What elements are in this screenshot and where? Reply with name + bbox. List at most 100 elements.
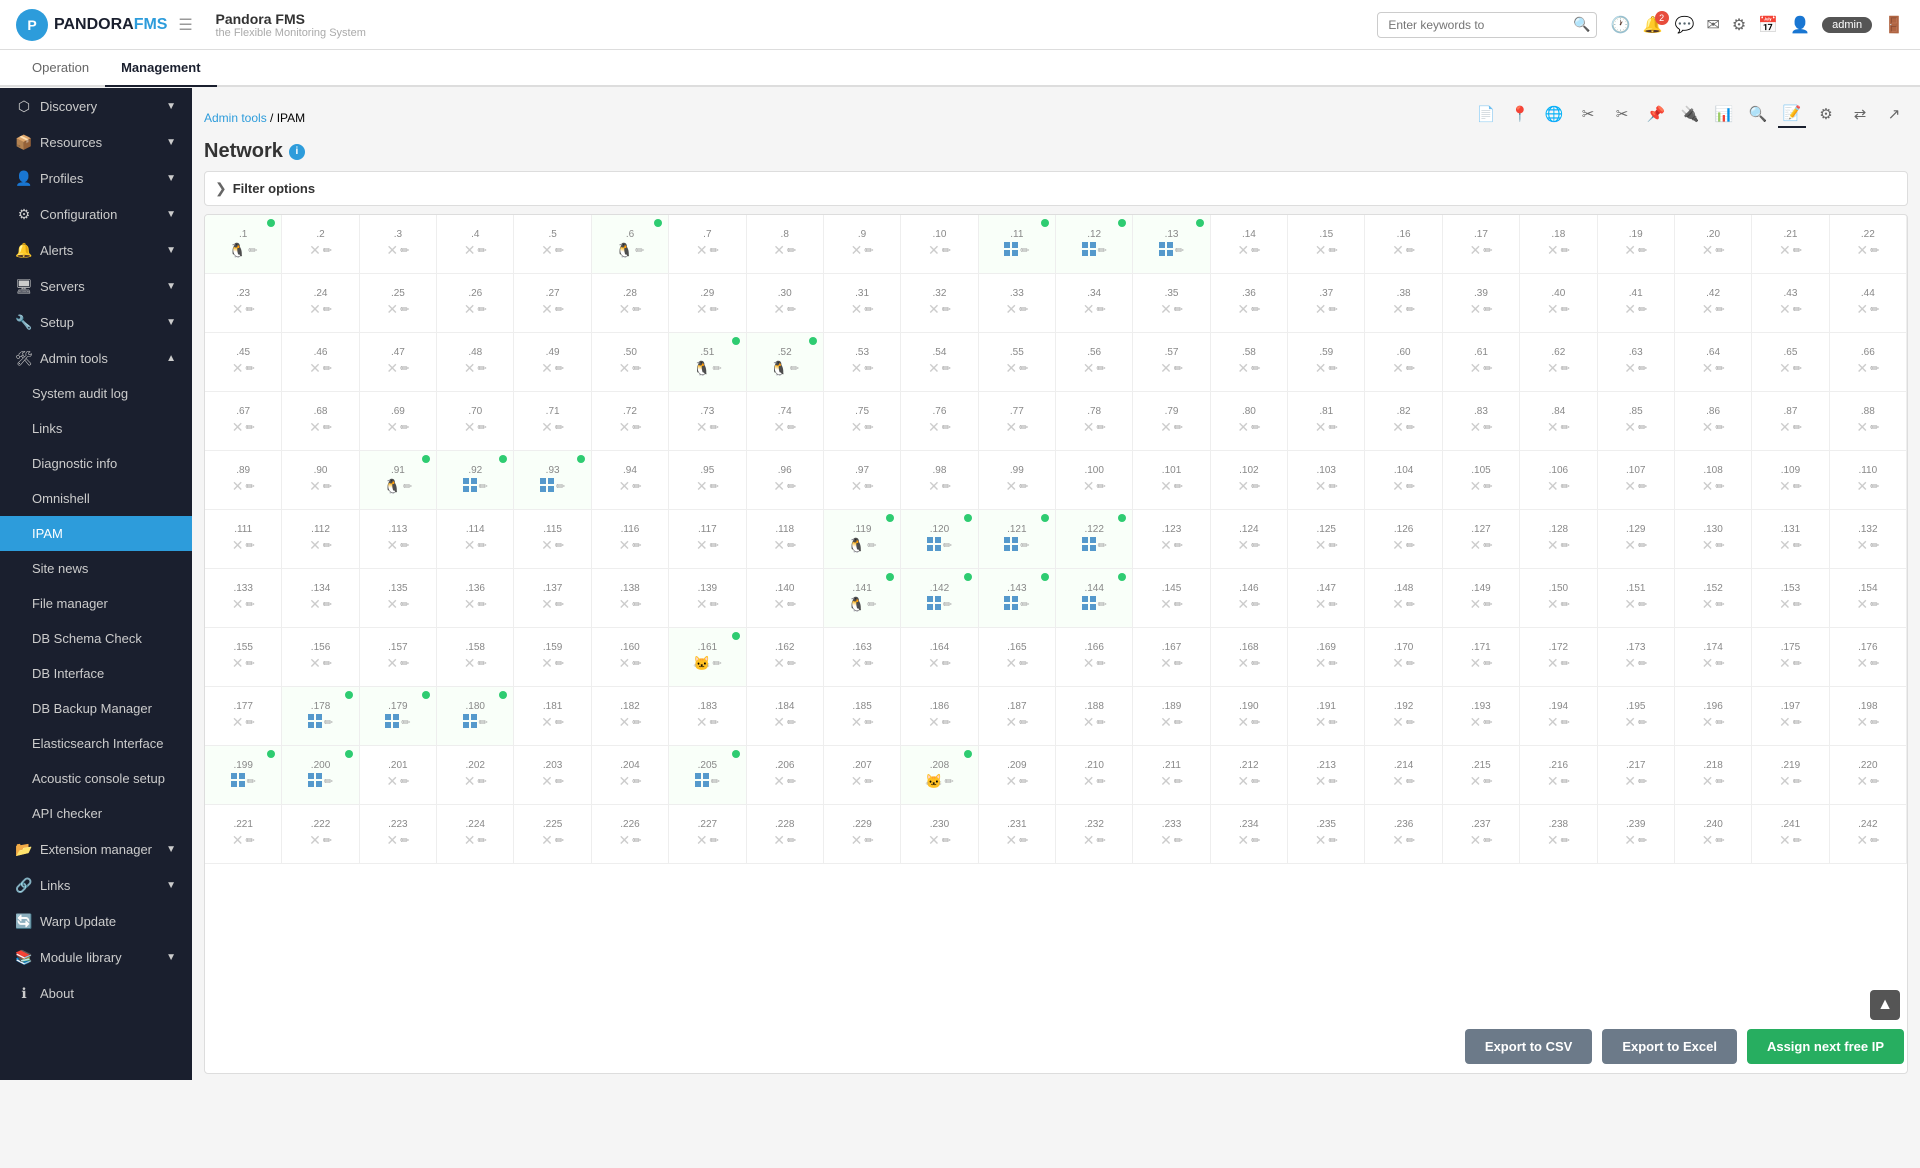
- delete-icon[interactable]: ✕: [1856, 714, 1868, 731]
- ip-cell[interactable]: .105✕✏: [1443, 451, 1520, 509]
- ip-cell[interactable]: .137✕✏: [514, 569, 591, 627]
- delete-icon[interactable]: ✕: [232, 478, 244, 495]
- ip-cell[interactable]: .128✕✏: [1520, 510, 1597, 568]
- edit-icon[interactable]: ✏: [1019, 421, 1028, 434]
- ip-cell[interactable]: .241✕✏: [1752, 805, 1829, 863]
- ip-cell[interactable]: .149✕✏: [1443, 569, 1520, 627]
- ip-cell[interactable]: .75✕✏: [824, 392, 901, 450]
- ip-cell[interactable]: .123✕✏: [1133, 510, 1210, 568]
- edit-icon[interactable]: ✏: [712, 657, 721, 670]
- ip-cell[interactable]: .59✕✏: [1288, 333, 1365, 391]
- delete-icon[interactable]: ✕: [386, 773, 398, 790]
- edit-icon[interactable]: ✏: [787, 775, 796, 788]
- ip-cell[interactable]: .121✏: [979, 510, 1056, 568]
- logout-icon[interactable]: 🚪: [1884, 15, 1904, 35]
- ip-cell[interactable]: .92✏: [437, 451, 514, 509]
- ip-cell[interactable]: .206✕✏: [747, 746, 824, 804]
- edit-icon[interactable]: ✏: [479, 480, 488, 493]
- delete-icon[interactable]: ✕: [1624, 596, 1636, 613]
- ip-cell[interactable]: .109✕✏: [1752, 451, 1829, 509]
- edit-icon[interactable]: ✏: [1638, 244, 1647, 257]
- edit-icon[interactable]: ✏: [1561, 716, 1570, 729]
- edit-icon[interactable]: ✏: [1174, 362, 1183, 375]
- edit-icon[interactable]: ✏: [1096, 421, 1105, 434]
- ip-cell[interactable]: .20✕✏: [1675, 215, 1752, 273]
- edit-icon[interactable]: ✏: [1096, 362, 1105, 375]
- edit-icon[interactable]: ✏: [942, 834, 951, 847]
- edit-icon[interactable]: ✏: [1715, 598, 1724, 611]
- delete-icon[interactable]: ✕: [1624, 478, 1636, 495]
- delete-icon[interactable]: ✕: [1237, 655, 1249, 672]
- edit-icon[interactable]: ✏: [632, 598, 641, 611]
- ip-cell[interactable]: .97✕✏: [824, 451, 901, 509]
- delete-icon[interactable]: ✕: [1779, 537, 1791, 554]
- delete-icon[interactable]: ✕: [1547, 832, 1559, 849]
- ip-cell[interactable]: .106✕✏: [1520, 451, 1597, 509]
- toolbar-edit-icon[interactable]: 📝: [1778, 100, 1806, 128]
- ip-cell[interactable]: .102✕✏: [1211, 451, 1288, 509]
- delete-icon[interactable]: ✕: [1160, 714, 1172, 731]
- edit-icon[interactable]: ✏: [1406, 539, 1415, 552]
- ip-cell[interactable]: .175✕✏: [1752, 628, 1829, 686]
- edit-icon[interactable]: ✏: [400, 834, 409, 847]
- edit-icon[interactable]: ✏: [787, 598, 796, 611]
- edit-icon[interactable]: ✏: [555, 421, 564, 434]
- delete-icon[interactable]: ✕: [1856, 301, 1868, 318]
- ip-cell[interactable]: .202✕✏: [437, 746, 514, 804]
- ip-cell[interactable]: .242✕✏: [1830, 805, 1907, 863]
- ip-cell[interactable]: .211✕✏: [1133, 746, 1210, 804]
- delete-icon[interactable]: ✕: [1779, 242, 1791, 259]
- edit-icon[interactable]: ✏: [1793, 775, 1802, 788]
- edit-icon[interactable]: ✏: [710, 244, 719, 257]
- edit-icon[interactable]: ✏: [245, 598, 254, 611]
- edit-icon[interactable]: ✏: [1406, 244, 1415, 257]
- edit-icon[interactable]: ✏: [1096, 716, 1105, 729]
- edit-icon[interactable]: ✏: [1251, 716, 1260, 729]
- edit-icon[interactable]: ✏: [1329, 421, 1338, 434]
- delete-icon[interactable]: ✕: [1779, 655, 1791, 672]
- delete-icon[interactable]: ✕: [1702, 478, 1714, 495]
- edit-icon[interactable]: ✏: [710, 598, 719, 611]
- ip-cell[interactable]: .17✕✏: [1443, 215, 1520, 273]
- ip-cell[interactable]: .160✕✏: [592, 628, 669, 686]
- edit-icon[interactable]: ✏: [632, 716, 641, 729]
- ip-cell[interactable]: .10✕✏: [901, 215, 978, 273]
- delete-icon[interactable]: ✕: [309, 242, 321, 259]
- edit-icon[interactable]: ✏: [787, 834, 796, 847]
- delete-icon[interactable]: ✕: [1392, 714, 1404, 731]
- edit-icon[interactable]: ✏: [1174, 480, 1183, 493]
- edit-icon[interactable]: ✏: [1715, 421, 1724, 434]
- delete-icon[interactable]: ✕: [1547, 360, 1559, 377]
- edit-icon[interactable]: ✏: [1483, 598, 1492, 611]
- delete-icon[interactable]: ✕: [1005, 478, 1017, 495]
- edit-icon[interactable]: ✏: [323, 657, 332, 670]
- edit-icon[interactable]: ✏: [1406, 775, 1415, 788]
- edit-icon[interactable]: ✏: [632, 539, 641, 552]
- ip-cell[interactable]: .110✕✏: [1830, 451, 1907, 509]
- ip-cell[interactable]: .139✕✏: [669, 569, 746, 627]
- edit-icon[interactable]: ✏: [555, 834, 564, 847]
- ip-cell[interactable]: .108✕✏: [1675, 451, 1752, 509]
- ip-cell[interactable]: .159✕✏: [514, 628, 591, 686]
- delete-icon[interactable]: ✕: [232, 714, 244, 731]
- delete-icon[interactable]: ✕: [1315, 773, 1327, 790]
- ip-cell[interactable]: .78✕✏: [1056, 392, 1133, 450]
- delete-icon[interactable]: ✕: [1392, 242, 1404, 259]
- edit-icon[interactable]: ✏: [1251, 480, 1260, 493]
- edit-icon[interactable]: ✏: [1020, 598, 1029, 611]
- ip-cell[interactable]: .224✕✏: [437, 805, 514, 863]
- edit-icon[interactable]: ✏: [1329, 775, 1338, 788]
- sidebar-item-about[interactable]: ℹ About: [0, 975, 192, 1011]
- toolbar-network-icon[interactable]: 🔌: [1676, 100, 1704, 128]
- delete-icon[interactable]: ✕: [1160, 478, 1172, 495]
- delete-icon[interactable]: ✕: [464, 655, 476, 672]
- delete-icon[interactable]: ✕: [619, 419, 631, 436]
- edit-icon[interactable]: ✏: [1020, 539, 1029, 552]
- edit-icon[interactable]: ✏: [1406, 421, 1415, 434]
- delete-icon[interactable]: ✕: [1237, 301, 1249, 318]
- edit-icon[interactable]: ✏: [1561, 775, 1570, 788]
- ip-cell[interactable]: .48✕✏: [437, 333, 514, 391]
- ip-cell[interactable]: .37✕✏: [1288, 274, 1365, 332]
- ip-cell[interactable]: .144✏: [1056, 569, 1133, 627]
- edit-icon[interactable]: ✏: [942, 244, 951, 257]
